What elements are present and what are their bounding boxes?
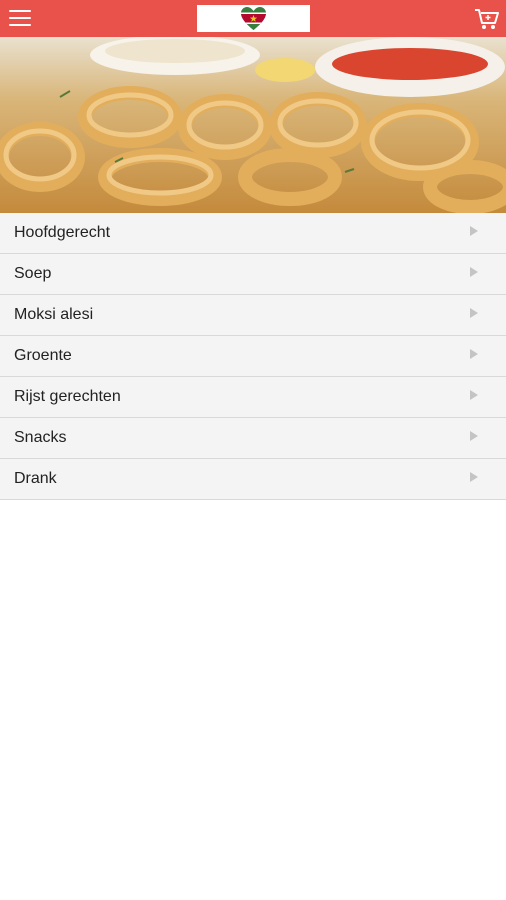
shopping-cart-icon[interactable] xyxy=(474,7,500,31)
category-item-rijst-gerechten[interactable]: Rijst gerechten xyxy=(0,377,506,418)
category-item-drank[interactable]: Drank xyxy=(0,459,506,500)
category-label: Drank xyxy=(14,470,57,487)
category-label: Moksi alesi xyxy=(14,306,94,323)
app-logo[interactable] xyxy=(197,5,310,32)
chevron-right-icon xyxy=(470,472,478,482)
chevron-right-icon xyxy=(470,267,478,277)
category-list: Hoofdgerecht Soep Moksi alesi Groente Ri… xyxy=(0,213,506,500)
category-label: Groente xyxy=(14,347,72,364)
category-item-groente[interactable]: Groente xyxy=(0,336,506,377)
chevron-right-icon xyxy=(470,390,478,400)
category-label: Hoofdgerecht xyxy=(14,224,111,241)
chevron-right-icon xyxy=(470,349,478,359)
top-app-bar xyxy=(0,0,506,37)
suriname-flag-heart-icon xyxy=(241,7,266,30)
chevron-right-icon xyxy=(470,431,478,441)
category-item-snacks[interactable]: Snacks xyxy=(0,418,506,459)
category-label: Snacks xyxy=(14,429,67,446)
chevron-right-icon xyxy=(470,308,478,318)
chevron-right-icon xyxy=(470,226,478,236)
category-item-soep[interactable]: Soep xyxy=(0,254,506,295)
category-label: Soep xyxy=(14,265,52,282)
category-item-hoofdgerecht[interactable]: Hoofdgerecht xyxy=(0,213,506,254)
category-label: Rijst gerechten xyxy=(14,388,121,405)
hero-banner-image xyxy=(0,37,506,213)
hamburger-menu-icon[interactable] xyxy=(9,10,31,27)
category-item-moksi-alesi[interactable]: Moksi alesi xyxy=(0,295,506,336)
